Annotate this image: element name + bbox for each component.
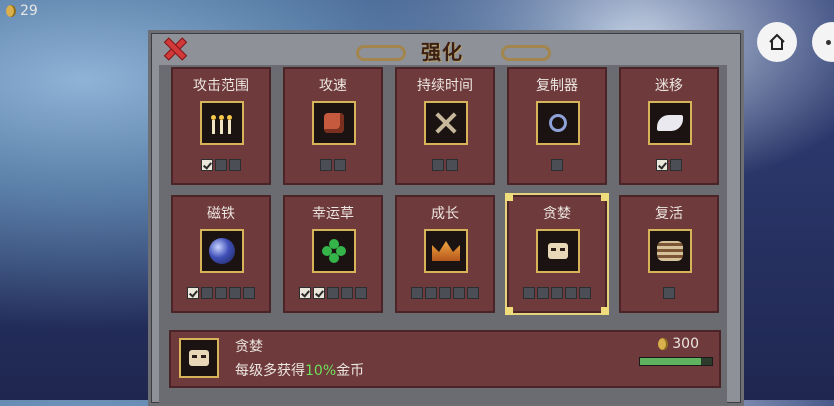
level-slot (446, 159, 458, 171)
card-label: 贪婪 (543, 206, 571, 222)
upgrade-card-revive[interactable]: 复活 (619, 195, 719, 313)
level-slot (439, 287, 451, 299)
level-slot (432, 159, 444, 171)
level-slots (397, 159, 493, 171)
level-slots (285, 159, 381, 171)
level-slot (320, 159, 332, 171)
menu-button[interactable] (812, 22, 834, 62)
upgrade-card-growth[interactable]: 成长 (395, 195, 495, 313)
upgrade-card-magnet[interactable]: 磁铁 (171, 195, 271, 313)
level-slot (229, 159, 241, 171)
upgrade-card-duplicator[interactable]: 复制器 (507, 67, 607, 185)
ring-icon (536, 101, 580, 145)
upgrade-card-luck[interactable]: 幸运草 (283, 195, 383, 313)
candelabra-icon (200, 101, 244, 145)
level-slot (523, 287, 535, 299)
level-slot (670, 159, 682, 171)
card-label: 复活 (655, 206, 683, 222)
level-slot (656, 159, 668, 171)
close-icon[interactable] (163, 37, 185, 59)
upgrade-card-attack-speed[interactable]: 攻速 (283, 67, 383, 185)
upgrade-progress-bar (639, 357, 713, 366)
panel-title: 强化 (421, 40, 463, 64)
upgrade-card-range[interactable]: 攻击范围 (171, 67, 271, 185)
cost-value: 300 (672, 336, 699, 352)
level-slot (411, 287, 423, 299)
card-label: 攻速 (319, 78, 347, 94)
level-slot (187, 287, 199, 299)
level-slots (621, 287, 717, 299)
level-slots (621, 159, 717, 171)
level-slot (467, 287, 479, 299)
upgrade-cost[interactable]: 300 (658, 336, 699, 352)
selection-corner (601, 307, 609, 315)
desc-highlight: 10% (305, 363, 337, 379)
card-label: 幸运草 (312, 206, 354, 222)
level-slots (285, 287, 381, 299)
selection-corner (505, 307, 513, 315)
magnet-orb-icon (200, 229, 244, 273)
selection-corner (505, 193, 513, 201)
card-label: 复制器 (536, 78, 578, 94)
info-description: 每级多获得10%金币 (235, 360, 364, 380)
level-slot (355, 287, 367, 299)
upgrade-info-bar: 贪婪 每级多获得10%金币 300 (169, 330, 721, 388)
mask-icon (536, 229, 580, 273)
level-slots (397, 287, 493, 299)
progress-fill (640, 358, 702, 365)
level-slot (201, 159, 213, 171)
desc-prefix: 每级多获得 (235, 363, 305, 379)
selection-corner (601, 193, 609, 201)
level-slot (453, 287, 465, 299)
card-label: 成长 (431, 206, 459, 222)
level-slot (425, 287, 437, 299)
info-upgrade-name: 贪婪 (235, 339, 263, 355)
level-slot (334, 159, 346, 171)
level-slot (215, 287, 227, 299)
coin-count: 29 (20, 3, 38, 19)
home-icon (769, 33, 785, 50)
ornament-right (501, 45, 551, 61)
upgrade-panel: 强化 攻击范围 攻速 持续时间 复制器 迷移 磁铁 幸运草 成长 贪婪 复活 贪… (148, 30, 744, 406)
nest-icon (648, 229, 692, 273)
upgrade-card-duration[interactable]: 持续时间 (395, 67, 495, 185)
level-slot (537, 287, 549, 299)
level-slots (173, 287, 269, 299)
level-slot (243, 287, 255, 299)
home-button[interactable] (757, 22, 797, 62)
coin-icon (6, 5, 16, 17)
ornament-left (356, 45, 406, 61)
upgrade-card-move-speed[interactable]: 迷移 (619, 67, 719, 185)
level-slot (565, 287, 577, 299)
clover-icon (312, 229, 356, 273)
card-label: 迷移 (655, 78, 683, 94)
wing-icon (648, 101, 692, 145)
level-slot (579, 287, 591, 299)
more-dot-icon (825, 39, 831, 45)
level-slot (201, 287, 213, 299)
level-slot (551, 159, 563, 171)
coin-icon (658, 338, 669, 350)
coin-counter: 29 (6, 3, 38, 19)
level-slot (551, 287, 563, 299)
level-slot (313, 287, 325, 299)
mask-icon (179, 338, 219, 378)
level-slot (663, 287, 675, 299)
level-slot (327, 287, 339, 299)
upgrade-card-greed[interactable]: 贪婪 (505, 193, 609, 315)
level-slot (229, 287, 241, 299)
level-slot (215, 159, 227, 171)
gauntlet-icon (312, 101, 356, 145)
level-slots (509, 159, 605, 171)
level-slots (509, 287, 605, 299)
level-slot (341, 287, 353, 299)
card-label: 持续时间 (417, 78, 473, 94)
crossed-bones-icon (424, 101, 468, 145)
crown-icon (424, 229, 468, 273)
card-label: 攻击范围 (193, 78, 249, 94)
level-slots (173, 159, 269, 171)
desc-suffix: 金币 (336, 363, 365, 379)
card-label: 磁铁 (207, 206, 235, 222)
level-slot (299, 287, 311, 299)
